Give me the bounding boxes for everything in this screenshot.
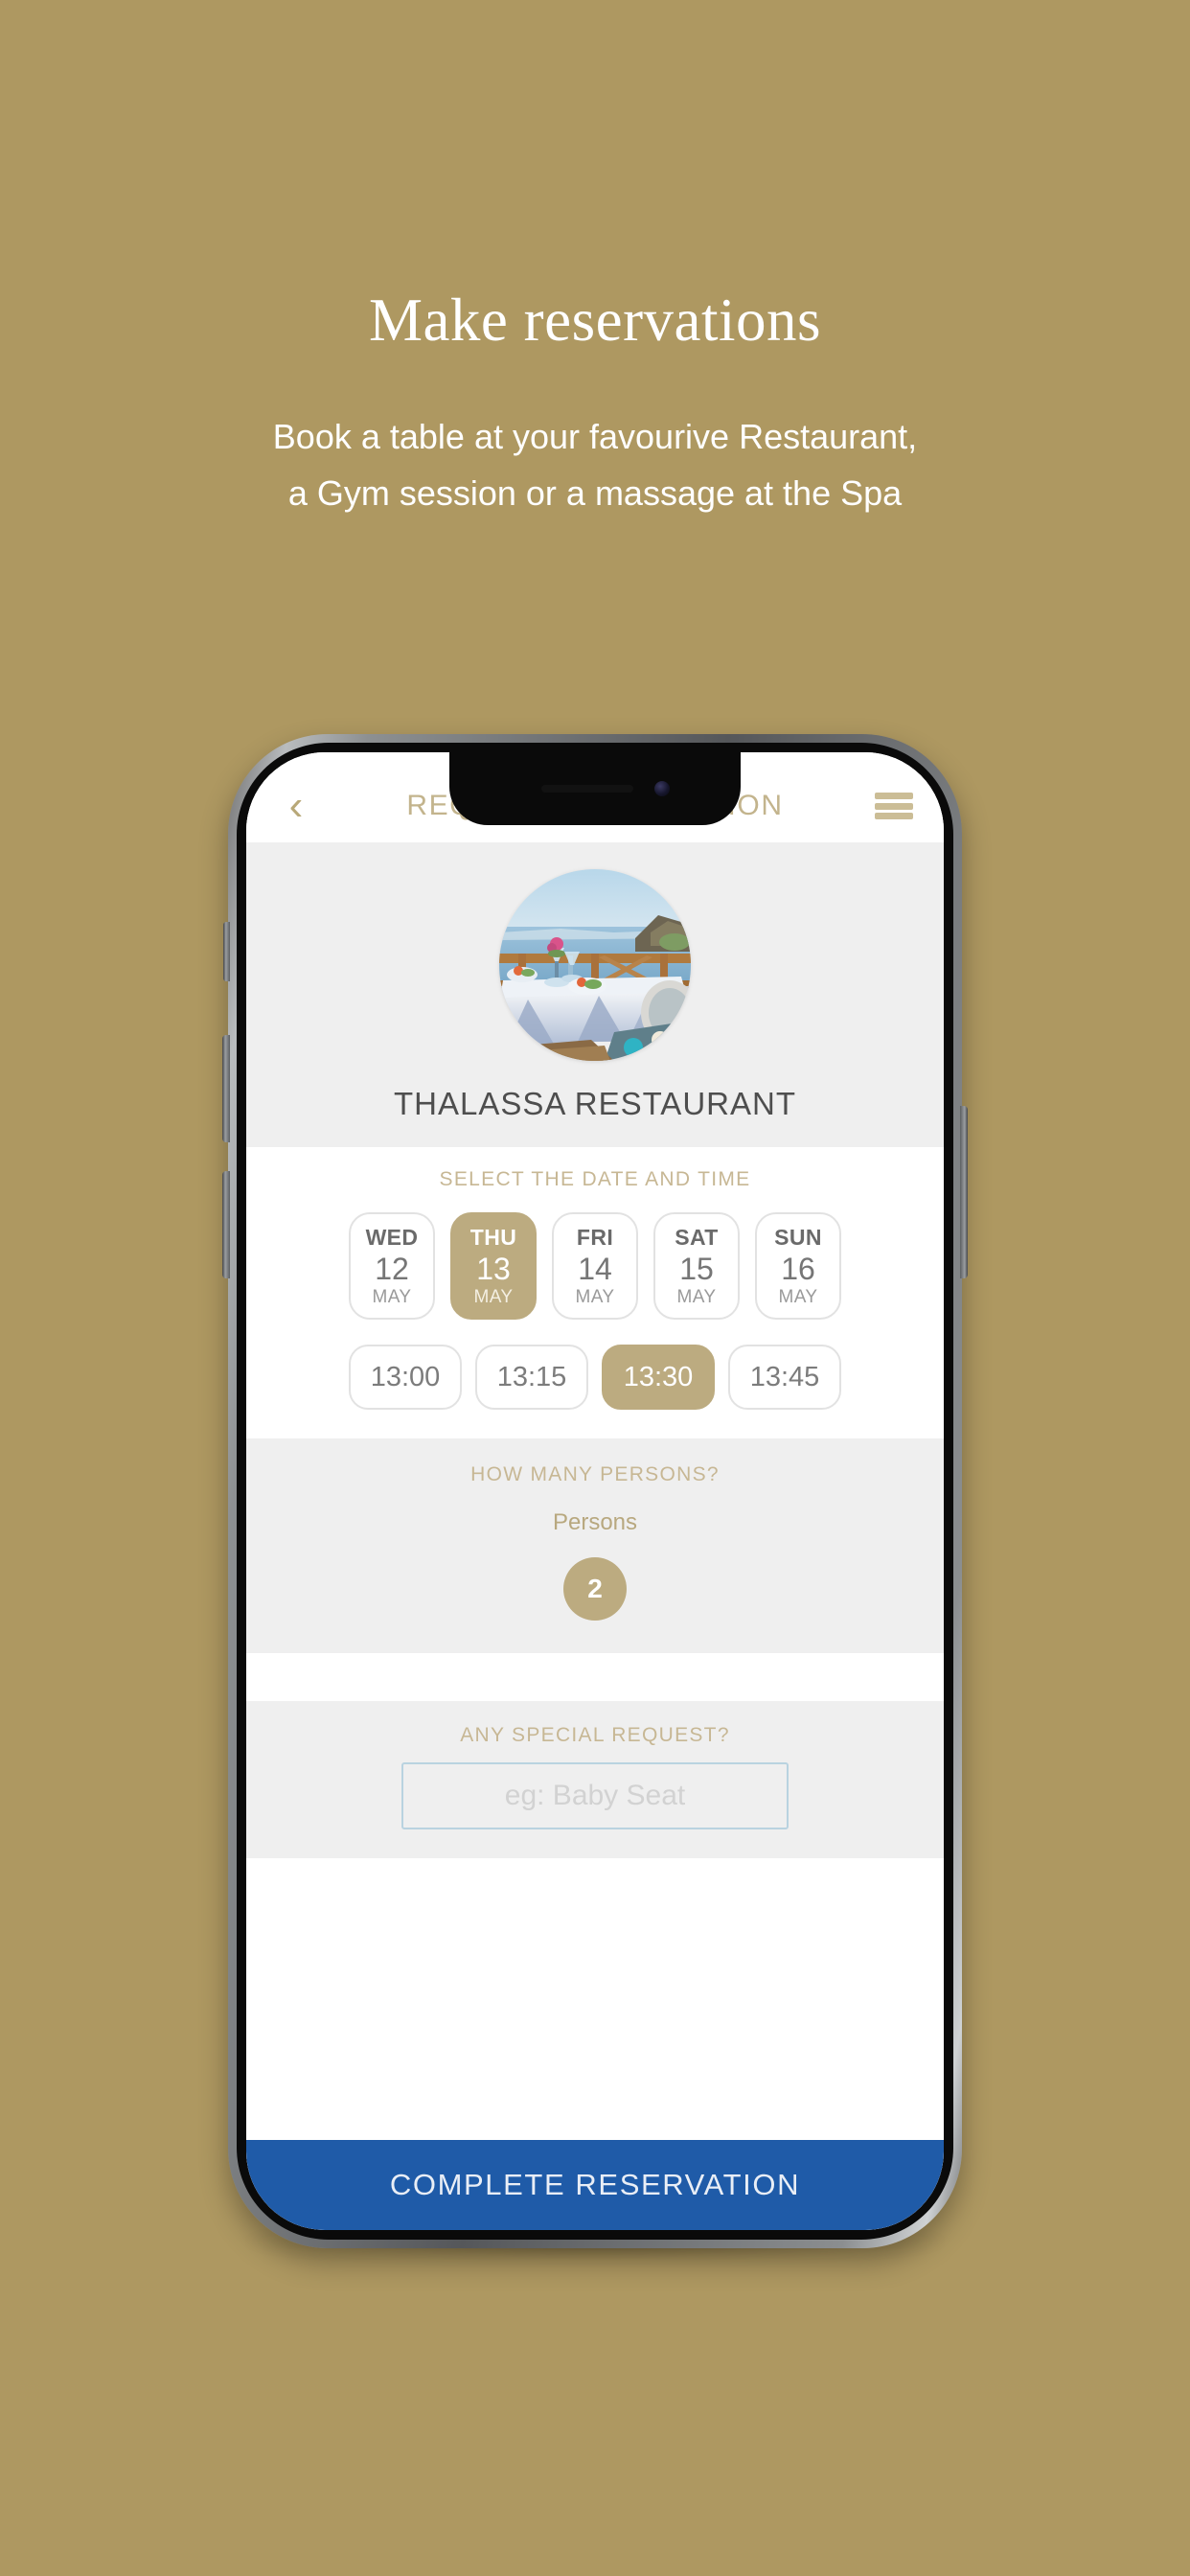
- date-chip[interactable]: FRI 14 MAY: [552, 1212, 638, 1320]
- date-chip-day: 16: [781, 1251, 815, 1286]
- date-time-section: SELECT THE DATE AND TIME WED 12 MAY THU …: [246, 1147, 944, 1438]
- date-chip[interactable]: THU 13 MAY: [450, 1212, 537, 1320]
- persons-label: HOW MANY PERSONS?: [470, 1463, 720, 1485]
- phone-volume-up-button[interactable]: [222, 1035, 230, 1142]
- date-chip-month: MAY: [575, 1286, 615, 1307]
- venue-name: THALASSA RESTAURANT: [394, 1086, 796, 1121]
- section-divider-white: [246, 1653, 944, 1701]
- date-chip-day: 14: [578, 1251, 612, 1286]
- phone-notch: [449, 752, 741, 825]
- bottom-spacer: [246, 1858, 944, 2140]
- persons-field-label: Persons: [552, 1509, 638, 1535]
- venue-photo: [499, 869, 691, 1061]
- phone-screen: ‹ REQUEST RESERVATION: [246, 752, 944, 2230]
- date-chip-dow: FRI: [576, 1224, 614, 1250]
- date-chip[interactable]: SUN 16 MAY: [755, 1212, 841, 1320]
- page-title: Make reservations: [368, 287, 822, 354]
- date-chip-dow: SAT: [675, 1224, 719, 1250]
- promo-subtitle-line-2: a Gym session or a massage at the Spa: [287, 472, 903, 513]
- promo-subtitle-line-1: Book a table at your favourive Restauran…: [272, 417, 918, 457]
- persons-section: HOW MANY PERSONS? Persons 2: [246, 1438, 944, 1653]
- date-chip-month: MAY: [676, 1286, 717, 1307]
- date-chip[interactable]: WED 12 MAY: [349, 1212, 435, 1320]
- date-chip-day: 15: [679, 1251, 714, 1286]
- date-selector: WED 12 MAY THU 13 MAY FRI 14 MAY SAT 15 …: [246, 1212, 944, 1320]
- time-selector: 13:00 13:15 13:30 13:45: [246, 1345, 944, 1410]
- phone-power-button[interactable]: [960, 1106, 968, 1278]
- promo-subtitle: Book a table at your favourive Restauran…: [0, 409, 1190, 521]
- date-chip-month: MAY: [473, 1286, 514, 1307]
- special-request-input[interactable]: [401, 1762, 789, 1829]
- reservation-app: ‹ REQUEST RESERVATION: [246, 752, 944, 2230]
- special-request-section: ANY SPECIAL REQUEST?: [246, 1701, 944, 1858]
- time-chip[interactable]: 13:45: [728, 1345, 841, 1410]
- front-camera-icon: [654, 781, 670, 796]
- time-chip[interactable]: 13:15: [475, 1345, 588, 1410]
- date-chip-dow: SUN: [774, 1224, 822, 1250]
- hamburger-menu-icon[interactable]: [873, 790, 915, 822]
- date-chip-dow: THU: [469, 1224, 517, 1250]
- persons-count-stepper[interactable]: 2: [563, 1557, 627, 1621]
- date-chip-day: 13: [476, 1251, 511, 1286]
- date-chip-day: 12: [375, 1251, 409, 1286]
- hamburger-bar: [875, 802, 913, 810]
- special-request-label: ANY SPECIAL REQUEST?: [460, 1724, 730, 1746]
- date-chip-dow: WED: [365, 1224, 419, 1250]
- phone-volume-down-button[interactable]: [222, 1171, 230, 1278]
- earpiece-speaker-icon: [541, 785, 633, 793]
- date-chip-month: MAY: [372, 1286, 412, 1307]
- date-time-label: SELECT THE DATE AND TIME: [439, 1168, 751, 1190]
- time-chip[interactable]: 13:30: [602, 1345, 715, 1410]
- venue-hero: THALASSA RESTAURANT: [246, 842, 944, 1147]
- hamburger-bar: [875, 793, 913, 799]
- time-chip[interactable]: 13:00: [349, 1345, 462, 1410]
- date-chip-month: MAY: [778, 1286, 818, 1307]
- phone-mockup: ‹ REQUEST RESERVATION: [222, 734, 968, 2258]
- hamburger-bar: [875, 813, 913, 819]
- date-chip[interactable]: SAT 15 MAY: [653, 1212, 740, 1320]
- promo-block: Make reservations Book a table at your f…: [0, 0, 1190, 521]
- complete-reservation-button[interactable]: COMPLETE RESERVATION: [246, 2140, 944, 2230]
- phone-mute-switch[interactable]: [223, 922, 230, 981]
- back-icon[interactable]: ‹: [275, 785, 317, 827]
